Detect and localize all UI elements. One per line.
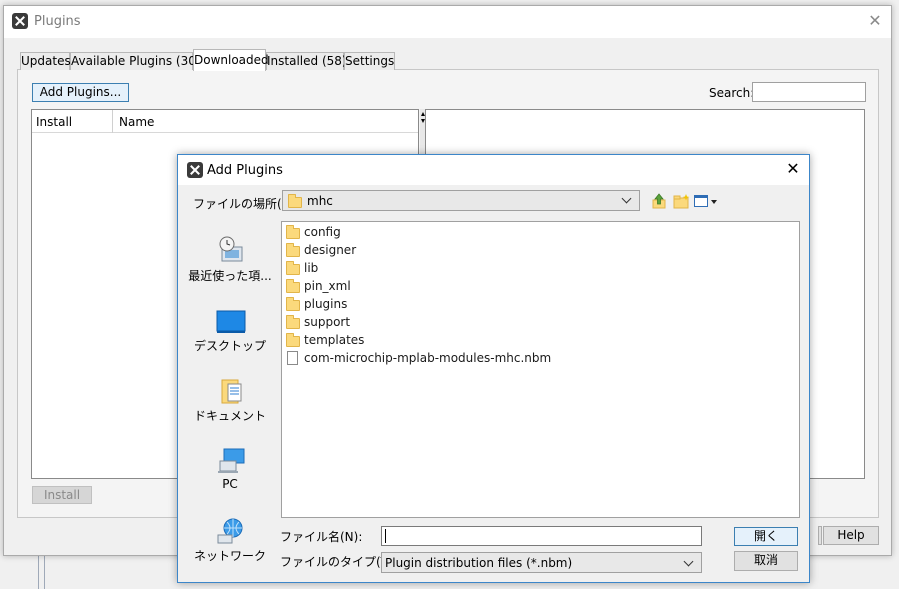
place-label: ネットワーク [193,549,266,563]
file-type-label: ファイルのタイプ(T): [280,555,397,569]
file-name: config [304,225,341,239]
file-name-label: ファイル名(N): [280,530,363,544]
folder-icon [288,194,302,208]
cancel-button[interactable]: 取消 [734,551,798,571]
app-logo-icon [187,162,203,178]
network-icon [217,518,243,544]
background-divider [44,555,45,589]
recent-places-icon [219,236,243,262]
folder-icon [286,225,300,239]
list-item-folder[interactable]: pin_xml [283,278,783,296]
close-button-partial[interactable] [818,526,822,545]
column-divider[interactable] [112,110,113,133]
place-label: ドキュメント [193,409,266,423]
desktop-icon [216,310,246,333]
view-menu-icon[interactable] [694,195,708,207]
text-caret [385,529,386,543]
file-type-value: Plugin distribution files (*.nbm) [385,556,573,570]
new-folder-icon[interactable] [673,193,691,209]
file-name: plugins [304,297,348,311]
plugins-titlebar: Plugins ✕ [4,6,891,38]
background-divider [38,555,39,589]
list-item-folder[interactable]: config [283,224,783,242]
column-header-name[interactable]: Name [119,115,154,129]
file-name: templates [304,333,365,347]
file-list[interactable]: config designer lib pin_xml plugins supp… [281,221,800,518]
list-item-folder[interactable]: support [283,314,783,332]
look-in-label: ファイルの場所(I): [193,197,294,211]
file-name: designer [304,243,357,257]
open-button[interactable]: 開く [734,527,798,546]
chevron-down-icon [621,193,632,204]
folder-icon [286,333,300,347]
file-name: pin_xml [304,279,351,293]
folder-icon [286,261,300,275]
list-item-file[interactable]: com-microchip-mplab-modules-mhc.nbm [283,350,783,368]
list-item-folder[interactable]: lib [283,260,783,278]
tab-installed[interactable]: Installed (58) [266,52,347,70]
place-label: PC [222,477,238,491]
chevron-down-icon [683,556,694,567]
list-item-folder[interactable]: designer [283,242,783,260]
search-input[interactable] [752,82,866,102]
file-icon [287,351,298,365]
dialog-titlebar: Add Plugins ✕ [178,155,809,185]
up-one-level-icon[interactable] [652,193,666,209]
add-plugins-button[interactable]: Add Plugins... [32,83,129,102]
search-label: Search: [709,86,755,100]
app-logo-icon [12,13,28,29]
list-item-folder[interactable]: templates [283,332,783,350]
pc-icon [218,448,245,473]
folder-icon [286,297,300,311]
file-name: support [304,315,351,329]
file-name-input[interactable] [381,526,702,546]
window-title: Plugins [34,14,81,29]
column-header-install[interactable]: Install [36,115,72,129]
place-label: デスクトップ [193,339,266,353]
close-icon[interactable]: ✕ [867,12,883,30]
close-icon[interactable]: ✕ [785,160,801,178]
help-button[interactable]: Help [823,526,879,545]
tab-available-plugins[interactable]: Available Plugins (30) [70,52,201,70]
place-label: 最近使った項... [188,269,272,283]
tab-updates[interactable]: Updates [20,52,71,70]
look-in-dropdown[interactable]: mhc [282,190,640,211]
file-name: lib [304,261,319,275]
file-type-dropdown[interactable]: Plugin distribution files (*.nbm) [381,552,702,573]
tab-settings[interactable]: Settings [344,52,395,70]
folder-icon [286,243,300,257]
list-item-folder[interactable]: plugins [283,296,783,314]
folder-icon [286,315,300,329]
caret-down-icon[interactable] [711,200,717,204]
tab-downloaded[interactable]: Downloaded [193,49,269,71]
dialog-title: Add Plugins [207,163,283,178]
install-button[interactable]: Install [32,486,92,504]
look-in-value: mhc [307,194,333,208]
folder-icon [286,279,300,293]
add-plugins-dialog: Add Plugins ✕ ファイルの場所(I): mhc 最近使った項... … [177,154,810,583]
table-header: Install Name [32,110,418,133]
documents-icon [221,379,242,404]
file-name: com-microchip-mplab-modules-mhc.nbm [304,351,552,365]
